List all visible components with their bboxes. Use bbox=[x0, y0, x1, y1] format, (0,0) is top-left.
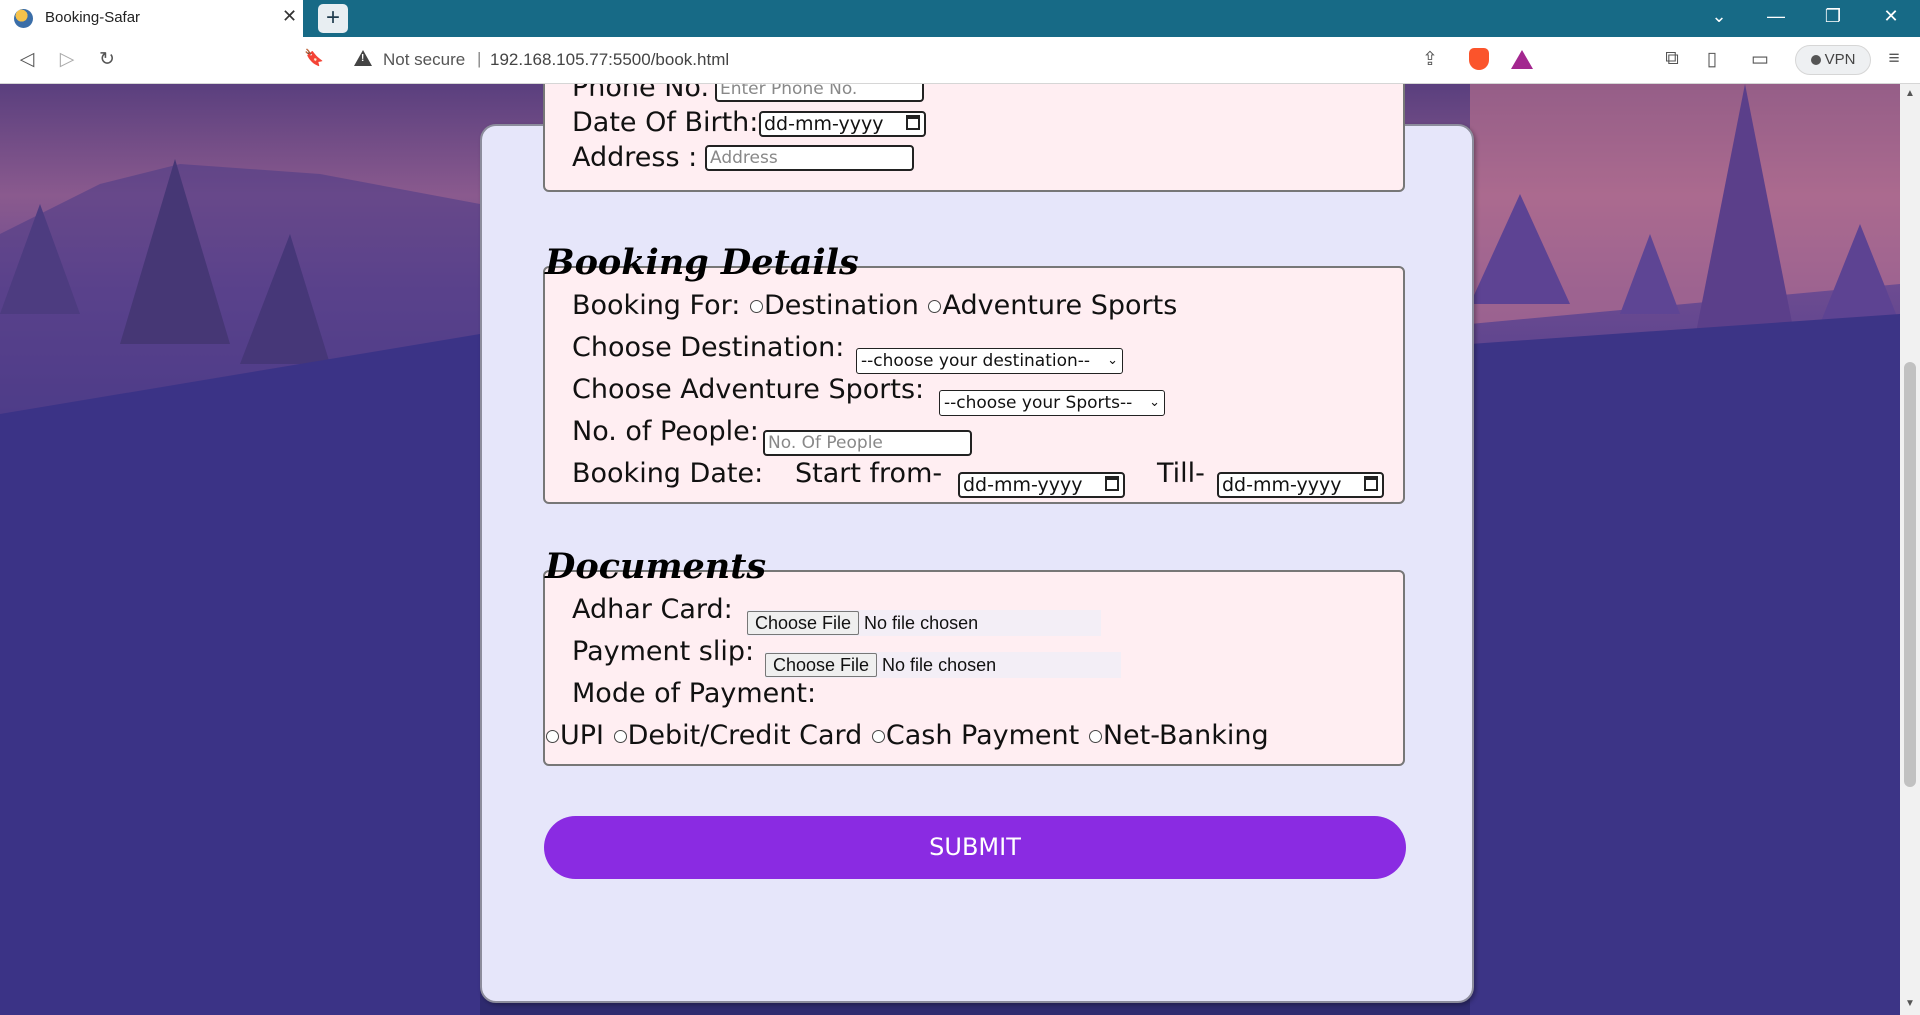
minimize-icon[interactable]: — bbox=[1756, 6, 1796, 27]
extensions-icon[interactable]: ⧉ bbox=[1660, 48, 1684, 70]
address-separator: | bbox=[477, 49, 482, 68]
payment-mode-label: Mode of Payment: bbox=[572, 678, 817, 709]
adhar-choose-file-button[interactable]: Choose File bbox=[747, 611, 860, 635]
booking-for-label: Booking For: bbox=[572, 290, 741, 321]
address-bar[interactable]: 192.168.105.77:5500/book.html bbox=[490, 50, 729, 70]
sports-label: Choose Adventure Sports: bbox=[572, 374, 925, 405]
page-background: Phone No. Enter Phone No. Date Of Birth:… bbox=[0, 84, 1900, 1015]
calendar-icon[interactable] bbox=[1105, 476, 1119, 491]
till-label: Till- bbox=[1157, 458, 1205, 489]
netbanking-option-label: Net-Banking bbox=[1102, 720, 1269, 751]
back-icon[interactable]: ◁ bbox=[15, 48, 39, 71]
vpn-label: VPN bbox=[1824, 51, 1856, 68]
page-scrollbar[interactable]: ▲ ▼ bbox=[1900, 84, 1920, 1015]
brave-rewards-icon[interactable] bbox=[1511, 50, 1533, 69]
documents-legend: Documents bbox=[545, 546, 767, 587]
till-date-value: dd-mm-yyyy bbox=[1222, 474, 1342, 496]
destination-radio[interactable] bbox=[749, 300, 763, 313]
booking-date-label: Booking Date: bbox=[572, 458, 764, 489]
destination-option-label: Destination bbox=[763, 290, 919, 321]
cash-option-label: Cash Payment bbox=[885, 720, 1080, 751]
people-label: No. of People: bbox=[572, 416, 759, 447]
dob-date-input[interactable]: dd-mm-yyyy bbox=[759, 111, 926, 137]
booking-for-row: Booking For: Destination Adventure Sport… bbox=[572, 290, 1177, 321]
destination-select-value: --choose your destination-- bbox=[861, 351, 1091, 371]
card-radio[interactable] bbox=[613, 730, 627, 743]
brave-shields-icon[interactable] bbox=[1469, 48, 1489, 70]
bookmark-icon[interactable]: 🔖 bbox=[302, 48, 326, 68]
security-label[interactable]: Not secure bbox=[383, 50, 465, 70]
booking-details-fieldset: Booking For: Destination Adventure Sport… bbox=[543, 266, 1405, 504]
phone-input[interactable]: Enter Phone No. bbox=[715, 84, 924, 102]
adhar-file-input[interactable]: Choose File No file chosen bbox=[747, 610, 1101, 636]
scroll-thumb[interactable] bbox=[1904, 362, 1916, 787]
upi-radio[interactable] bbox=[546, 730, 559, 743]
chevron-down-icon: ⌄ bbox=[1107, 353, 1118, 368]
scroll-up-icon[interactable]: ▲ bbox=[1905, 88, 1915, 99]
sports-select-value: --choose your Sports-- bbox=[944, 393, 1133, 413]
vpn-button[interactable]: VPN bbox=[1795, 45, 1871, 75]
browser-tab[interactable]: Booking-Safar ✕ bbox=[0, 0, 303, 37]
documents-fieldset: Adhar Card: Choose File No file chosen Pa… bbox=[543, 570, 1405, 766]
start-date-input[interactable]: dd-mm-yyyy bbox=[958, 472, 1125, 498]
close-tab-icon[interactable]: ✕ bbox=[282, 6, 297, 27]
payment-slip-file-input[interactable]: Choose File No file chosen bbox=[765, 652, 1121, 678]
destination-label: Choose Destination: bbox=[572, 332, 845, 363]
address-label: Address : bbox=[572, 142, 698, 173]
reload-icon[interactable]: ↻ bbox=[95, 48, 119, 71]
vpn-status-icon bbox=[1810, 55, 1821, 65]
tab-title: Booking-Safar bbox=[45, 9, 141, 26]
browser-titlebar: Booking-Safar ✕ + ⌄ — ❐ ✕ bbox=[0, 0, 1920, 37]
browser-toolbar: ◁ ▷ ↻ 🔖 Not secure | 192.168.105.77:5500… bbox=[0, 37, 1920, 84]
start-from-label: Start from- bbox=[795, 458, 943, 489]
sports-select[interactable]: --choose your Sports-- ⌄ bbox=[939, 390, 1165, 416]
wallet-icon[interactable]: ▭ bbox=[1748, 48, 1772, 71]
people-input[interactable]: No. Of People bbox=[763, 430, 972, 456]
address-input[interactable]: Address bbox=[705, 145, 914, 171]
booking-details-legend: Booking Details bbox=[545, 242, 859, 283]
chevron-down-icon: ⌄ bbox=[1149, 395, 1160, 410]
payment-slip-label: Payment slip: bbox=[572, 636, 755, 667]
close-window-icon[interactable]: ✕ bbox=[1871, 6, 1911, 27]
personal-details-fieldset: Phone No. Enter Phone No. Date Of Birth:… bbox=[543, 84, 1405, 192]
submit-button[interactable]: SUBMIT bbox=[544, 816, 1406, 879]
destination-select[interactable]: --choose your destination-- ⌄ bbox=[856, 348, 1123, 374]
menu-icon[interactable]: ≡ bbox=[1882, 48, 1906, 70]
new-tab-button[interactable]: + bbox=[318, 4, 348, 33]
restore-icon[interactable]: ❐ bbox=[1813, 6, 1853, 27]
payment-slip-file-status: No file chosen bbox=[882, 655, 997, 675]
forward-icon[interactable]: ▷ bbox=[55, 48, 79, 71]
sidebar-icon[interactable]: ▯ bbox=[1700, 48, 1724, 71]
netbanking-radio[interactable] bbox=[1088, 730, 1102, 743]
payment-slip-choose-file-button[interactable]: Choose File bbox=[765, 653, 878, 677]
adhar-file-status: No file chosen bbox=[864, 613, 979, 633]
adventure-option-label: Adventure Sports bbox=[942, 290, 1178, 321]
cash-radio[interactable] bbox=[871, 730, 885, 743]
till-date-input[interactable]: dd-mm-yyyy bbox=[1217, 472, 1384, 498]
calendar-icon[interactable] bbox=[1364, 476, 1378, 491]
scroll-down-icon[interactable]: ▼ bbox=[1905, 998, 1915, 1009]
site-favicon-icon bbox=[14, 9, 33, 28]
adventure-radio[interactable] bbox=[928, 300, 942, 313]
start-date-value: dd-mm-yyyy bbox=[963, 474, 1083, 496]
dob-date-value: dd-mm-yyyy bbox=[764, 113, 884, 135]
payment-mode-options: UPI Debit/Credit Card Cash Payment Net-B… bbox=[545, 720, 1269, 751]
adhar-label: Adhar Card: bbox=[572, 594, 733, 625]
dob-label: Date Of Birth: bbox=[572, 107, 759, 138]
calendar-icon[interactable] bbox=[906, 115, 920, 130]
share-icon[interactable]: ⇪ bbox=[1418, 48, 1442, 71]
upi-option-label: UPI bbox=[560, 720, 605, 751]
card-option-label: Debit/Credit Card bbox=[627, 720, 863, 751]
phone-label: Phone No. bbox=[572, 84, 710, 103]
warning-icon bbox=[354, 50, 372, 66]
tab-list-icon[interactable]: ⌄ bbox=[1699, 6, 1739, 27]
